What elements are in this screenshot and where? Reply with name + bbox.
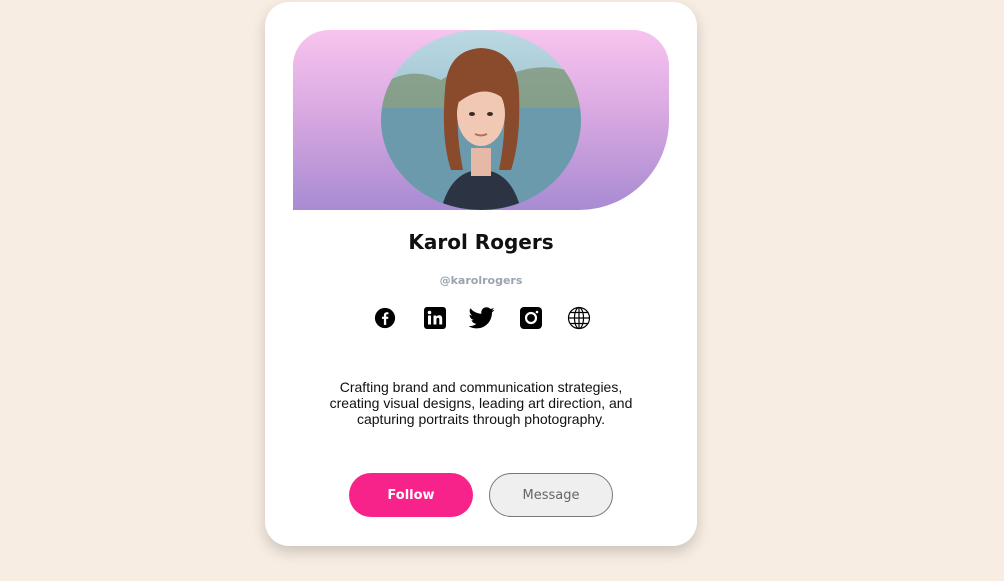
twitter-icon <box>469 307 495 329</box>
profile-banner <box>293 30 669 210</box>
facebook-icon <box>374 307 396 329</box>
message-button[interactable]: Message <box>489 473 613 517</box>
profile-handle: @karolrogers <box>439 274 523 287</box>
avatar-photo <box>381 30 581 210</box>
linkedin-link[interactable] <box>421 304 449 332</box>
avatar <box>381 30 581 210</box>
profile-name: Karol Rogers <box>408 230 554 254</box>
profile-card: Karol Rogers @karolrogers Crafting brand… <box>265 2 697 546</box>
linkedin-icon <box>424 307 446 329</box>
profile-bio: Crafting brand and communication strateg… <box>329 379 633 427</box>
website-link[interactable] <box>565 304 593 332</box>
follow-button[interactable]: Follow <box>349 473 473 517</box>
twitter-link[interactable] <box>468 304 496 332</box>
facebook-link[interactable] <box>371 304 399 332</box>
instagram-link[interactable] <box>517 304 545 332</box>
instagram-icon <box>520 307 542 329</box>
social-links <box>265 304 697 332</box>
globe-icon <box>567 306 591 330</box>
